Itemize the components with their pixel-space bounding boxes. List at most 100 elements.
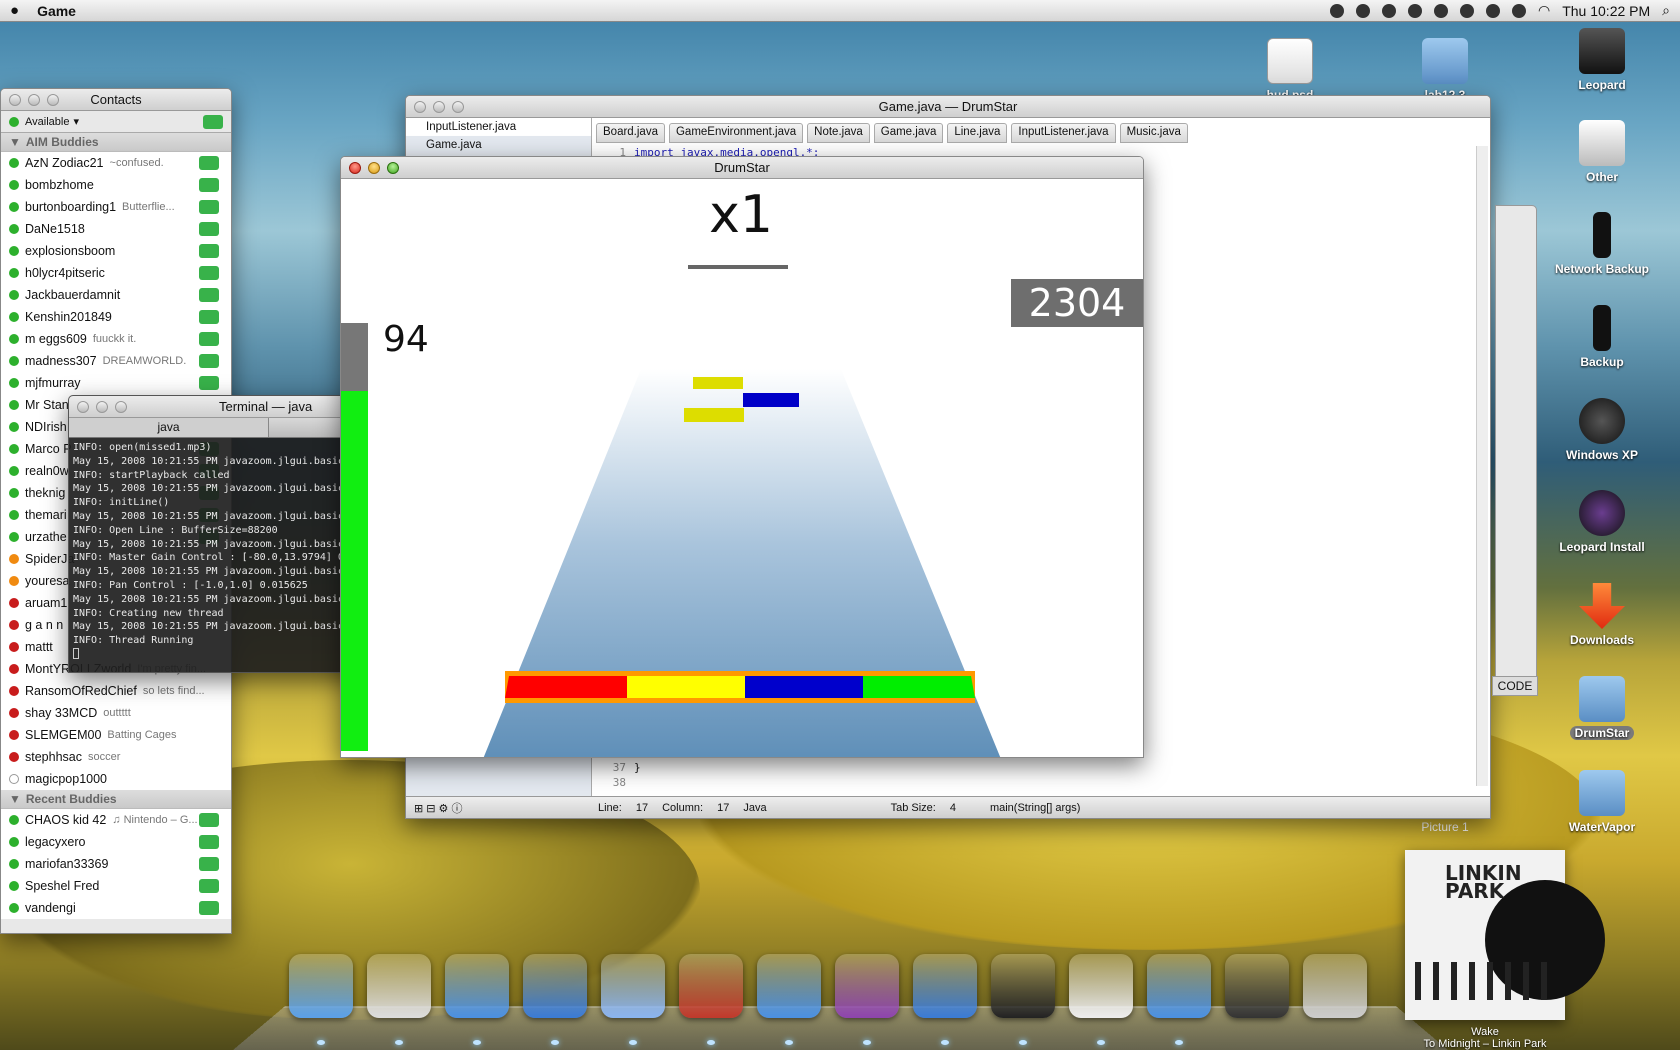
desktop-icon-picture[interactable]: Picture 1 <box>1390 820 1500 834</box>
tab-board[interactable]: Board.java <box>596 123 665 143</box>
bluetooth-icon[interactable] <box>1512 3 1526 18</box>
buddy-row[interactable]: CHAOS kid 42 ♫ Nintendo – G... <box>1 809 231 831</box>
tab-line[interactable]: Line.java <box>947 123 1008 143</box>
menu-extra-icon[interactable] <box>1356 3 1370 18</box>
zoom-button[interactable] <box>47 93 59 106</box>
code-button[interactable]: CODE <box>1492 676 1538 696</box>
desktop-icon-drumstar[interactable]: DrumStar <box>1547 676 1657 740</box>
buddy-row[interactable]: stephhsac soccer <box>1 746 231 768</box>
buddy-row[interactable]: bombzhome <box>1 174 231 196</box>
buddy-row[interactable]: Jackbauerdamnit <box>1 284 231 306</box>
tab-music[interactable]: Music.java <box>1119 123 1188 143</box>
file-item[interactable]: Game.java <box>406 136 591 154</box>
video-chat-icon[interactable] <box>199 288 219 302</box>
video-chat-icon[interactable] <box>199 200 219 214</box>
sidebar-action-buttons[interactable]: ⊞ ⊟ ⚙ ⓘ <box>414 800 584 816</box>
safari-icon[interactable] <box>519 950 591 1022</box>
buddy-row[interactable]: madness307 DREAMWORLD. <box>1 350 231 372</box>
clock-icon[interactable] <box>1408 3 1422 18</box>
buddy-row[interactable]: DaNe1518 <box>1 218 231 240</box>
desktop-icon-leopard-install[interactable]: Leopard Install <box>1547 490 1657 554</box>
feather-icon[interactable] <box>909 950 981 1022</box>
desktop-icon-hud[interactable]: hud.psd <box>1235 38 1345 102</box>
spotlight-icon[interactable]: ⌕ <box>1662 2 1670 19</box>
headphones-icon[interactable] <box>363 950 435 1022</box>
close-button[interactable] <box>9 93 21 106</box>
language-selector[interactable]: Java <box>743 802 766 814</box>
ichat-icon[interactable] <box>441 950 513 1022</box>
video-chat-icon[interactable] <box>199 222 219 236</box>
tab-size-selector[interactable]: 4 <box>950 802 956 814</box>
buddy-row[interactable]: RansomOfRedChief so lets find... <box>1 680 231 702</box>
buddy-row[interactable]: SLEMGEM00 Batting Cages <box>1 724 231 746</box>
video-chat-icon[interactable] <box>199 266 219 280</box>
utility-icon[interactable] <box>675 950 747 1022</box>
minimize-button[interactable] <box>433 100 445 113</box>
coffee-icon[interactable] <box>1065 950 1137 1022</box>
tab-note[interactable]: Note.java <box>807 123 870 143</box>
minimize-button[interactable] <box>96 400 108 413</box>
status-selector[interactable]: Available <box>25 116 69 128</box>
desktop-icon-watervapor[interactable]: WaterVapor <box>1547 770 1657 834</box>
close-button[interactable] <box>414 100 426 113</box>
desktop-icon-backup[interactable]: Backup <box>1547 305 1657 369</box>
buddy-row[interactable]: Speshel Fred <box>1 875 231 897</box>
group-header[interactable]: ▼ Recent Buddies <box>1 790 231 809</box>
desktop-icon-windows-xp[interactable]: Windows XP <box>1547 398 1657 462</box>
tab-game[interactable]: Game.java <box>873 123 944 143</box>
buddy-row[interactable]: burtonboarding1 Butterflie... <box>1 196 231 218</box>
video-chat-icon[interactable] <box>199 354 219 368</box>
file-item[interactable]: InputListener.java <box>406 118 591 136</box>
buddy-row[interactable]: m eggs609 fuuckk it. <box>1 328 231 350</box>
desktop-icon-lab[interactable]: lab12.3 <box>1390 38 1500 102</box>
buddy-row[interactable]: h0lycr4pitseric <box>1 262 231 284</box>
close-button[interactable] <box>349 161 361 174</box>
video-chat-icon[interactable] <box>199 879 219 893</box>
terminal-titlebar[interactable]: Terminal — java <box>69 396 367 418</box>
desktop-icon-downloads[interactable]: Downloads <box>1547 583 1657 647</box>
video-chat-icon[interactable] <box>199 156 219 170</box>
home-icon[interactable] <box>1434 3 1448 18</box>
clock-icon[interactable] <box>597 950 669 1022</box>
wifi-icon[interactable]: ◠ <box>1538 2 1550 19</box>
video-chat-icon[interactable] <box>199 178 219 192</box>
menu-extra-icon[interactable] <box>1330 3 1344 18</box>
video-chat-icon[interactable] <box>199 813 219 827</box>
apple-menu-icon[interactable]: ● <box>10 2 19 19</box>
buddy-row[interactable]: mariofan33369 <box>1 853 231 875</box>
desktop-icon-other[interactable]: Other <box>1547 120 1657 184</box>
video-chat-icon[interactable] <box>199 376 219 390</box>
desktop-icon-leopard[interactable]: Leopard <box>1547 28 1657 92</box>
video-chat-icon[interactable] <box>203 114 223 129</box>
video-chat-icon[interactable] <box>199 835 219 849</box>
zoom-button[interactable] <box>115 400 127 413</box>
buddy-row[interactable]: Kenshin201849 <box>1 306 231 328</box>
video-chat-icon[interactable] <box>199 857 219 871</box>
finder-icon[interactable] <box>285 950 357 1022</box>
chat-bubble-icon[interactable] <box>1460 3 1474 18</box>
game-canvas[interactable]: x1 2304 94 <box>341 179 1143 757</box>
code-line[interactable]: 37} <box>596 761 641 774</box>
zoom-button[interactable] <box>452 100 464 113</box>
clock-text[interactable]: Thu 10:22 PM <box>1562 3 1650 19</box>
editor-scrollbar[interactable] <box>1476 146 1488 786</box>
buddy-row[interactable]: mjfmurray <box>1 372 231 394</box>
applications-folder-icon[interactable] <box>1143 950 1215 1022</box>
buddy-row[interactable]: legacyxero <box>1 831 231 853</box>
buddy-row[interactable]: AzN Zodiac21 ~confused. <box>1 152 231 174</box>
heart-icon[interactable] <box>1382 3 1396 18</box>
minimize-button[interactable] <box>28 93 40 106</box>
buddy-row[interactable]: magicpop1000 <box>1 768 231 790</box>
buddy-row[interactable]: explosionsboom <box>1 240 231 262</box>
minimize-button[interactable] <box>368 161 380 174</box>
buddy-row[interactable]: shay 33MCD outtttt <box>1 702 231 724</box>
screen-icon[interactable] <box>1221 950 1293 1022</box>
time-machine-icon[interactable] <box>1486 3 1500 18</box>
contacts-titlebar[interactable]: Contacts <box>1 89 231 111</box>
zoom-button[interactable] <box>387 161 399 174</box>
game-titlebar[interactable]: DrumStar <box>341 157 1143 179</box>
app-menu[interactable]: Game <box>37 3 76 19</box>
word-icon[interactable] <box>753 950 825 1022</box>
video-chat-icon[interactable] <box>199 310 219 324</box>
tab-java[interactable]: java <box>69 418 269 437</box>
